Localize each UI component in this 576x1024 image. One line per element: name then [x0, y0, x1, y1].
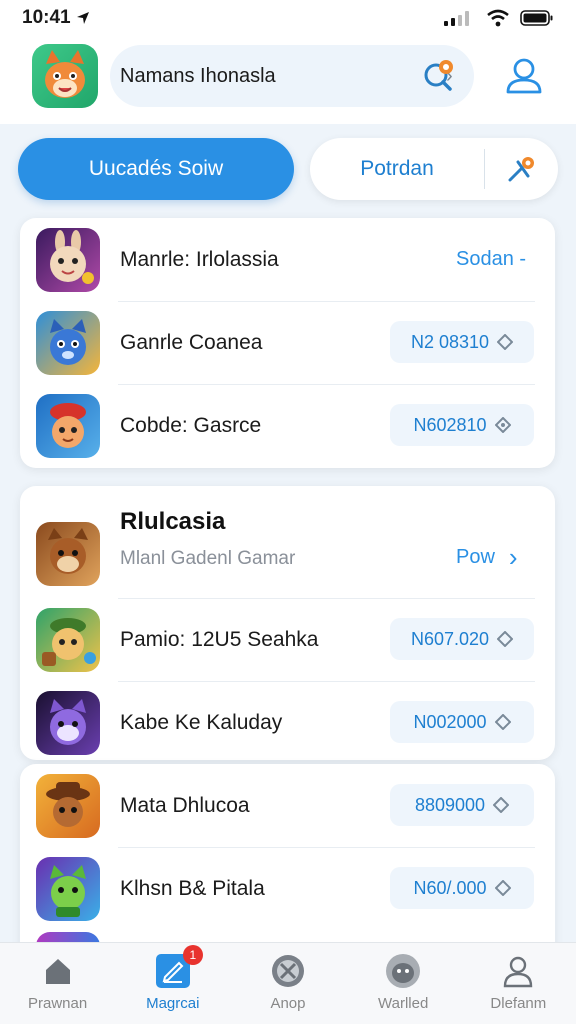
tab-label: Dlefanm [490, 995, 547, 1012]
price-button[interactable]: 8809000 [390, 784, 534, 826]
person-icon [500, 953, 536, 989]
row-label: Mata Dhlucoa [120, 794, 250, 817]
settings-diamond-icon [494, 417, 511, 433]
see-more-link[interactable]: Pow › [456, 542, 518, 573]
location-arrow-icon [76, 12, 89, 24]
bunny-character-icon [50, 230, 94, 284]
row-label: Manrle: Irlolassia [120, 248, 279, 271]
list-item[interactable]: Ganrle Coanea N2 08310 [20, 301, 555, 384]
row-label: Klhsn B& Pitala [120, 877, 265, 900]
price-value: N2 08310 [410, 331, 490, 352]
game-thumbnail [36, 394, 100, 458]
diamond-icon [497, 631, 514, 647]
status-icons [444, 9, 554, 27]
segment-secondary-label: Potrdan [360, 157, 434, 180]
pet-icon [385, 953, 421, 989]
wifi-icon [487, 9, 509, 27]
search-icon [424, 60, 453, 91]
row-action-link[interactable]: Sodan - [456, 248, 526, 271]
diamond-icon [494, 880, 511, 896]
tab-dlefanm[interactable]: Dlefanm [461, 943, 576, 1024]
row-label: Ganrle Coanea [120, 331, 263, 354]
section-subtitle: Mlanl Gadenl Gamar [120, 548, 296, 569]
filter-button[interactable] [485, 138, 557, 200]
squirrel-character-icon [48, 528, 88, 574]
price-button[interactable]: N002000 [390, 701, 534, 743]
chevron-right-icon: › [508, 542, 518, 572]
price-button[interactable]: N60/.000 [390, 867, 534, 909]
tools-icon [270, 953, 306, 989]
list-item[interactable]: Kabe Ke Kaluday N002000 [20, 681, 555, 764]
search-input[interactable]: Namans Ihonasla [120, 65, 446, 88]
game-thumbnail [36, 228, 100, 292]
game-list-card-3: Mata Dhlucoa 8809000 Klhsn B& Pitala N60… [20, 764, 555, 964]
tab-magrcai[interactable]: 1 Magrcai [115, 943, 230, 1024]
row-label: Pamio: 12U5 Seahka [120, 628, 319, 651]
fox-mascot-icon [45, 50, 85, 98]
list-item[interactable]: Mata Dhlucoa 8809000 [20, 764, 555, 847]
game-thumbnail [36, 691, 100, 755]
explorer-character-icon [50, 403, 86, 448]
section-thumbnail [36, 522, 100, 586]
list-item[interactable]: Manrle: Irlolassia Sodan - [20, 218, 555, 301]
tab-anop[interactable]: Anop [230, 943, 345, 1024]
profile-button[interactable] [500, 52, 548, 100]
tab-warlled[interactable]: Warlled [346, 943, 461, 1024]
diamond-icon [493, 797, 510, 813]
price-value: N002000 [413, 711, 487, 732]
edit-icon: 1 [155, 945, 203, 989]
home-icon [40, 953, 76, 989]
see-more-label: Pow [456, 546, 495, 568]
game-thumbnail [36, 311, 100, 375]
list-item[interactable]: Pamio: 12U5 Seahka N607.020 [20, 598, 555, 681]
segment-primary-button[interactable]: Uucadés Soiw [18, 138, 294, 200]
wolf-character-icon [50, 699, 86, 745]
battery-icon [520, 10, 553, 26]
adventurer-character-icon [42, 618, 96, 666]
price-value: N607.020 [410, 628, 490, 649]
status-time: 10:41 [22, 7, 71, 28]
tab-home[interactable]: Prawnan [0, 943, 115, 1024]
price-value: N602810 [413, 414, 487, 435]
segment-secondary-button[interactable]: Potrdan [310, 138, 558, 200]
notification-badge: 1 [182, 945, 203, 965]
game-thumbnail [36, 774, 100, 838]
tab-label: Warlled [378, 995, 429, 1012]
price-value: 8809000 [414, 794, 486, 815]
section-title: Rlulcasia [120, 508, 226, 535]
tab-label: Magrcai [146, 995, 200, 1012]
app-header: Namans Ihonasla › [0, 36, 576, 124]
cowboy-character-icon [46, 782, 90, 827]
tools-filter-icon [508, 157, 534, 182]
green-cat-character-icon [50, 865, 86, 917]
signal-icon [444, 11, 469, 26]
status-time-group: 10:41 [22, 7, 91, 29]
row-label: Cobde: Gasrce [120, 414, 262, 437]
game-thumbnail [36, 857, 100, 921]
status-bar: 10:41 [0, 0, 576, 36]
diamond-icon [494, 714, 511, 730]
game-thumbnail [36, 608, 100, 672]
tab-label: Anop [270, 995, 306, 1012]
price-button[interactable]: N2 08310 [390, 321, 534, 363]
price-value: N60/.000 [413, 877, 487, 898]
main-content: Uucadés Soiw Potrdan Manrle: Irlolassia … [0, 124, 576, 964]
search-button[interactable] [420, 57, 458, 95]
list-item[interactable]: Cobde: Gasrce N602810 [20, 384, 555, 467]
game-list-card-2: Rlulcasia Mlanl Gadenl Gamar Pow › Pamio… [20, 486, 555, 760]
segment-primary-label: Uucadés Soiw [88, 157, 224, 180]
app-logo[interactable] [32, 44, 98, 108]
row-label: Kabe Ke Kaluday [120, 711, 283, 734]
price-button[interactable]: N602810 [390, 404, 534, 446]
search-bar[interactable]: Namans Ihonasla › [110, 45, 474, 107]
game-list-card-1: Manrle: Irlolassia Sodan - Ganrle Coanea… [20, 218, 555, 468]
bottom-tab-bar: Prawnan 1 Magrcai Anop Warlled Dlefanm [0, 942, 576, 1024]
list-item[interactable]: Klhsn B& Pitala N60/.000 [20, 847, 555, 930]
diamond-icon [497, 334, 514, 350]
blue-cat-character-icon [50, 319, 86, 365]
tab-label: Prawnan [27, 995, 88, 1012]
user-icon [506, 58, 542, 94]
price-button[interactable]: N607.020 [390, 618, 534, 660]
